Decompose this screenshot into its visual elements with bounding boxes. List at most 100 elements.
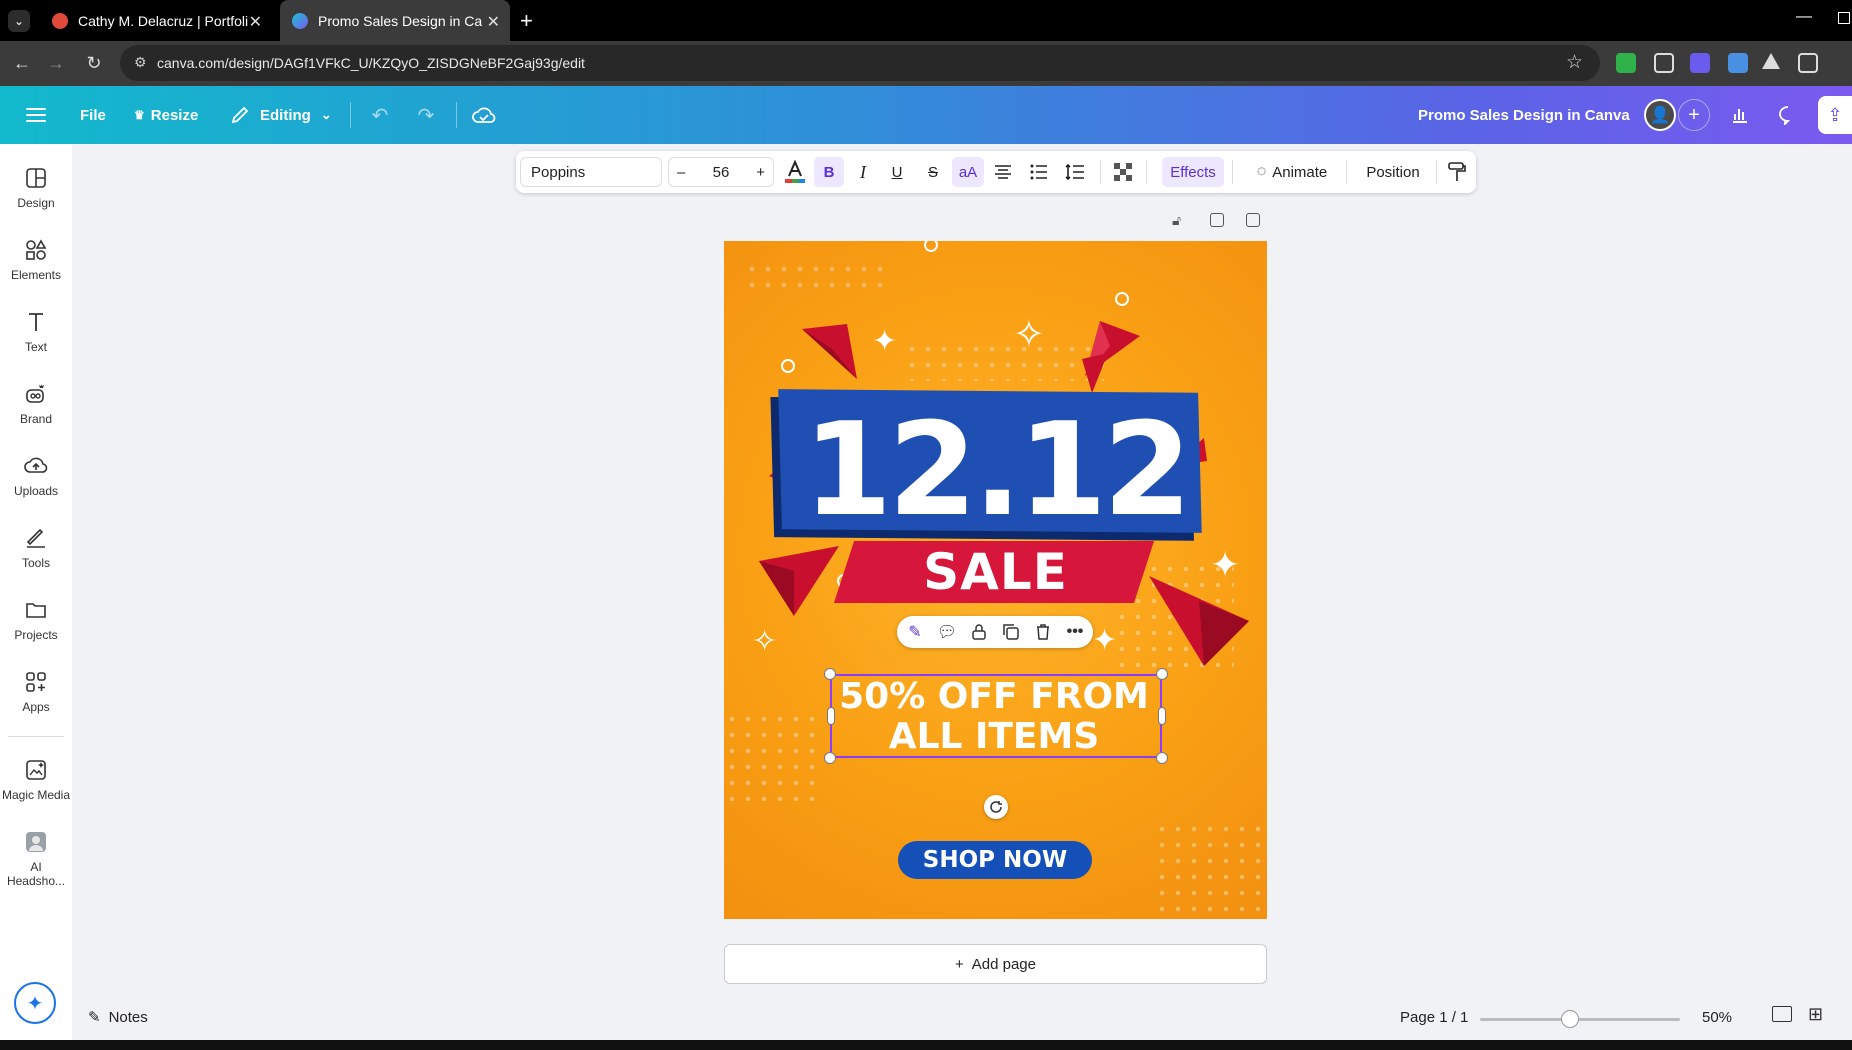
lock-page-icon[interactable]: 🔓︎ — [1172, 212, 1181, 229]
file-menu-button[interactable]: File — [80, 86, 106, 144]
user-avatar[interactable]: 👤 — [1644, 99, 1676, 131]
sidebar-item-projects[interactable]: Projects — [0, 598, 72, 642]
extension-icon-2[interactable] — [1654, 53, 1674, 73]
add-page-label: Add page — [971, 955, 1036, 973]
close-tab-icon[interactable]: ✕ — [487, 12, 500, 32]
comment-icon[interactable] — [1772, 99, 1804, 131]
magic-assistant-button[interactable]: ✦ — [14, 982, 56, 1024]
address-bar[interactable]: ⚙ canva.com/design/DAGf1VFkC_U/KZQyO_ZIS… — [120, 45, 1600, 81]
sidebar-label: Uploads — [13, 484, 59, 498]
resize-handle-left[interactable] — [827, 707, 835, 725]
notes-button[interactable]: ✎ Notes — [88, 1008, 148, 1027]
close-tab-icon[interactable]: ✕ — [249, 12, 262, 32]
redo-icon[interactable]: ↷ — [410, 99, 442, 131]
sidebar-label: Projects — [14, 628, 58, 642]
extension-icon-3[interactable] — [1690, 53, 1710, 73]
italic-button[interactable]: I — [848, 157, 878, 187]
strikethrough-button[interactable]: S — [918, 157, 948, 187]
animate-button[interactable]: ◌ Animate — [1244, 157, 1340, 187]
sidebar-item-ai-headshot[interactable]: AI Headsho... — [0, 830, 72, 888]
spacing-button[interactable] — [1060, 157, 1090, 187]
sidebar-item-uploads[interactable]: Uploads — [0, 454, 72, 498]
comment-add-icon[interactable]: 💬︎ — [935, 620, 959, 644]
undo-icon[interactable]: ↶ — [364, 99, 396, 131]
resize-button[interactable]: ♛ Resize — [134, 86, 198, 144]
sidebar-item-elements[interactable]: Elements — [0, 238, 72, 282]
page-view-icon[interactable] — [1772, 1006, 1792, 1022]
sidebar-item-tools[interactable]: Tools — [0, 526, 72, 570]
share-button[interactable]: ⇪ — [1818, 96, 1852, 134]
extension-icon-1[interactable] — [1616, 53, 1636, 73]
sale-text[interactable]: SALE — [724, 543, 1267, 601]
add-page-icon[interactable] — [1246, 213, 1260, 227]
editing-mode-dropdown[interactable]: Editing ⌄ — [230, 86, 332, 144]
sidebar-item-apps[interactable]: Apps — [0, 670, 72, 714]
letter-case-button[interactable]: aA — [952, 157, 984, 187]
lock-icon[interactable] — [967, 620, 991, 644]
insights-chart-icon[interactable] — [1724, 99, 1756, 131]
copy-style-button[interactable] — [1442, 157, 1472, 187]
text-selection-box[interactable] — [830, 674, 1162, 758]
page-indicator[interactable]: Page 1 / 1 — [1400, 1009, 1468, 1026]
zoom-value[interactable]: 50% — [1702, 1009, 1732, 1026]
cloud-saved-icon[interactable] — [468, 99, 500, 131]
extensions-puzzle-icon[interactable] — [1798, 53, 1818, 73]
shop-now-cta[interactable]: SHOP NOW — [898, 841, 1092, 879]
list-button[interactable] — [1024, 157, 1054, 187]
duplicate-page-icon[interactable] — [1210, 213, 1224, 227]
resize-handle-bottom-left[interactable] — [824, 752, 836, 764]
font-family-select[interactable]: Poppins — [520, 157, 662, 187]
minimize-icon[interactable]: — — [1796, 8, 1812, 26]
extension-icon-4[interactable] — [1728, 53, 1748, 73]
duplicate-icon[interactable] — [999, 620, 1023, 644]
add-page-button[interactable]: + Add page — [724, 944, 1267, 984]
sidebar-item-magic-media[interactable]: Magic Media — [0, 758, 72, 802]
reload-icon[interactable]: ↻ — [80, 49, 108, 77]
site-info-icon[interactable]: ⚙ — [134, 54, 147, 71]
underline-button[interactable]: U — [882, 157, 912, 187]
tab-title: Promo Sales Design in Canva - — [318, 12, 482, 29]
person-icon: 👤 — [1650, 107, 1670, 124]
resize-handle-right[interactable] — [1158, 707, 1166, 725]
browser-tab-canva[interactable]: Promo Sales Design in Canva - ✕ — [280, 0, 510, 41]
bullet-list-icon — [1030, 164, 1047, 180]
menu-hamburger-icon[interactable] — [20, 99, 52, 131]
text-color-button[interactable] — [780, 157, 810, 187]
bookmark-star-icon[interactable]: ☆ — [1566, 51, 1583, 74]
resize-handle-bottom-right[interactable] — [1156, 752, 1168, 764]
align-center-button[interactable] — [988, 157, 1018, 187]
headline-text[interactable]: 12.12 — [724, 406, 1267, 536]
zoom-slider-thumb[interactable] — [1561, 1010, 1579, 1028]
resize-handle-top-left[interactable] — [824, 668, 836, 680]
transparency-button[interactable] — [1108, 157, 1138, 187]
sidebar-label: Text — [24, 340, 47, 354]
rotate-handle-icon[interactable] — [984, 795, 1008, 819]
forward-icon[interactable]: → — [42, 49, 70, 77]
extension-icon-5[interactable] — [1762, 53, 1780, 69]
new-tab-button[interactable]: + — [520, 8, 533, 34]
delete-trash-icon[interactable] — [1031, 620, 1055, 644]
increase-size-button[interactable]: + — [756, 164, 765, 181]
document-title[interactable]: Promo Sales Design in Canva — [1418, 86, 1630, 144]
sidebar-divider — [8, 736, 64, 737]
maximize-icon[interactable] — [1838, 12, 1850, 24]
position-button[interactable]: Position — [1356, 157, 1430, 187]
zoom-slider[interactable] — [1480, 1010, 1680, 1028]
sidebar-item-text[interactable]: Text — [0, 310, 72, 354]
sidebar-item-brand[interactable]: Brand — [0, 382, 72, 426]
back-icon[interactable]: ← — [8, 49, 36, 77]
font-size-value[interactable]: 56 — [713, 164, 730, 181]
decrease-size-button[interactable]: – — [677, 164, 685, 181]
grid-view-icon[interactable]: ⊞ — [1808, 1004, 1823, 1025]
url-text: canva.com/design/DAGf1VFkC_U/KZQyO_ZISDG… — [157, 55, 585, 71]
magic-edit-icon[interactable]: ✎ — [903, 620, 927, 644]
effects-button[interactable]: Effects — [1162, 157, 1224, 187]
editor-footer: ✎ Notes Page 1 / 1 50% ⊞ — [72, 996, 1852, 1040]
bold-button[interactable]: B — [814, 157, 844, 187]
browser-tab-portfolio[interactable]: Cathy M. Delacruz | Portfolio ✕ — [40, 0, 272, 41]
more-options-icon[interactable]: ••• — [1063, 620, 1087, 644]
resize-handle-top-right[interactable] — [1156, 668, 1168, 680]
sidebar-item-design[interactable]: Design — [0, 166, 72, 210]
add-collaborator-icon[interactable]: + — [1678, 99, 1710, 131]
tab-list-dropdown-icon[interactable]: ⌄ — [8, 10, 30, 32]
